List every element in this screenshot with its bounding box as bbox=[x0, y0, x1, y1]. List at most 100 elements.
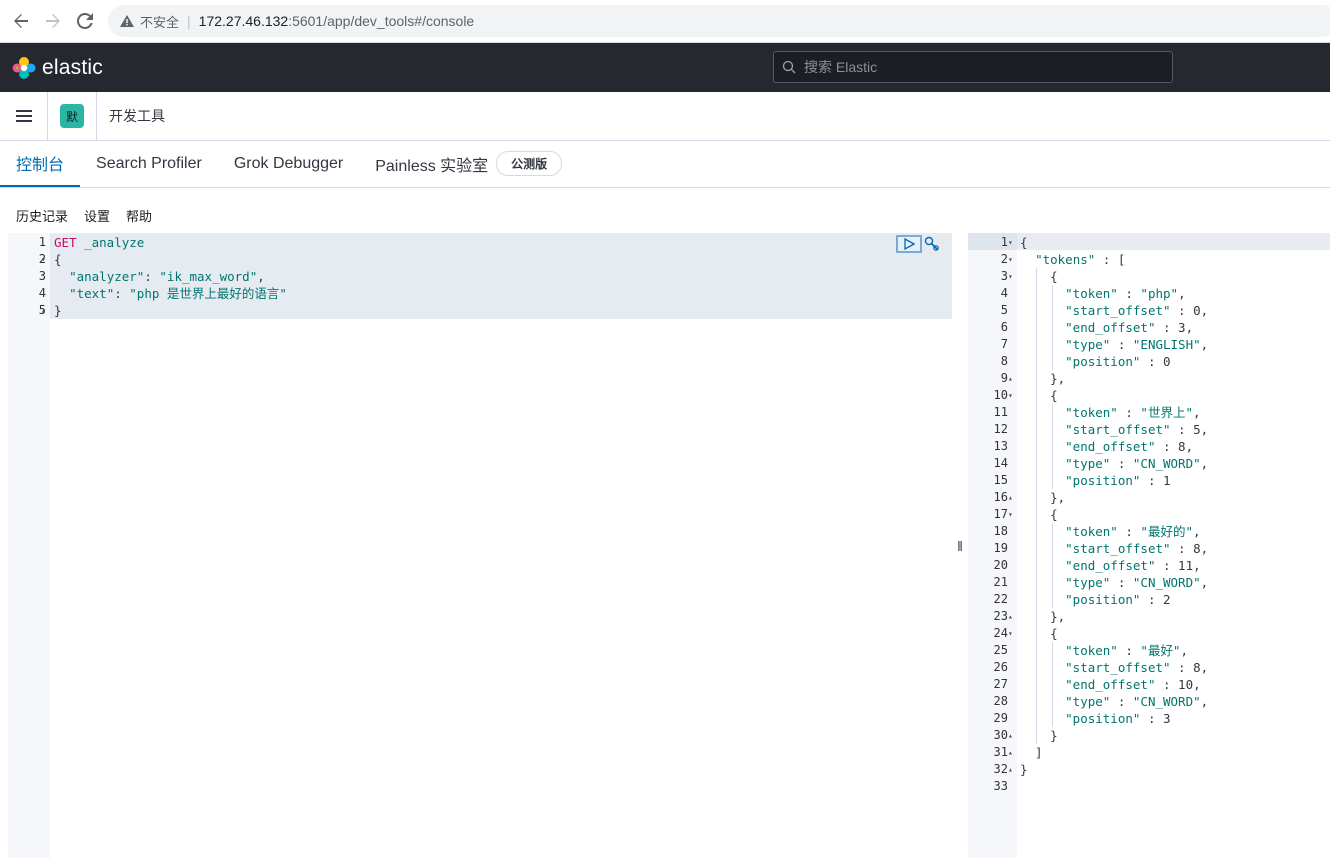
line-number: 1 bbox=[1000, 235, 1008, 249]
menu-toggle-button[interactable] bbox=[0, 91, 48, 141]
history-link[interactable]: 历史记录 bbox=[16, 206, 68, 225]
code-line: } bbox=[1020, 761, 1028, 778]
code-line: ] bbox=[1020, 744, 1043, 761]
punct: [ bbox=[1117, 252, 1126, 267]
code-line: "tokens" : [ bbox=[1020, 251, 1125, 268]
punct: { bbox=[1020, 269, 1058, 284]
send-request-button[interactable] bbox=[896, 235, 922, 253]
colon: : bbox=[1155, 320, 1179, 335]
code-line: "text": "php 是世界上最好的语言" bbox=[54, 285, 287, 302]
json-key: "position" bbox=[1065, 473, 1141, 488]
tab-console[interactable]: 控制台 bbox=[0, 140, 81, 187]
security-label[interactable]: 不安全 bbox=[140, 12, 179, 31]
punct: , bbox=[1200, 422, 1209, 437]
code-line: }, bbox=[1020, 489, 1065, 506]
colon: : bbox=[1110, 575, 1133, 590]
colon: : bbox=[1140, 592, 1163, 607]
colon: : bbox=[1140, 711, 1163, 726]
reload-icon[interactable] bbox=[74, 10, 96, 32]
line-number: 2 bbox=[1000, 252, 1008, 266]
code-line: "start_offset" : 5, bbox=[1020, 421, 1208, 438]
line-number: 24 bbox=[993, 626, 1008, 640]
json-string: "世界上" bbox=[1140, 405, 1193, 420]
line-number: 3 bbox=[1000, 269, 1008, 283]
http-method: GET bbox=[54, 235, 77, 250]
code-line: "start_offset" : 8, bbox=[1020, 540, 1208, 557]
line-number: 18 bbox=[993, 524, 1008, 538]
punct bbox=[1020, 473, 1065, 488]
code-line: } bbox=[1020, 727, 1058, 744]
tab-grok-debugger[interactable]: Grok Debugger bbox=[218, 140, 359, 187]
punct: { bbox=[1020, 626, 1058, 641]
punct: , bbox=[1200, 694, 1209, 709]
forward-arrow-icon[interactable] bbox=[42, 10, 64, 32]
punct bbox=[1020, 337, 1065, 352]
tab-search-profiler[interactable]: Search Profiler bbox=[80, 140, 218, 187]
punct: , bbox=[1200, 456, 1209, 471]
fold-open-icon: ▾ bbox=[1008, 272, 1013, 281]
tab-painless-lab[interactable]: Painless 实验室 公测版 bbox=[359, 140, 578, 187]
colon: : bbox=[1155, 677, 1179, 692]
code-line: "token" : "php", bbox=[1020, 285, 1185, 302]
fold-close-icon: ▴ bbox=[1008, 731, 1013, 740]
code-line: { bbox=[1020, 234, 1028, 251]
line-number: 5 bbox=[1000, 303, 1008, 317]
help-link[interactable]: 帮助 bbox=[126, 206, 152, 225]
json-key: "position" bbox=[1065, 711, 1141, 726]
line-number: 23 bbox=[993, 609, 1008, 623]
punct bbox=[1020, 320, 1065, 335]
line-number: 9 bbox=[1000, 371, 1008, 385]
colon: : bbox=[1155, 439, 1179, 454]
json-number: 8 bbox=[1178, 439, 1186, 454]
code-line: "end_offset" : 11, bbox=[1020, 557, 1200, 574]
pane-resizer[interactable]: ‖ bbox=[952, 233, 968, 858]
space-avatar[interactable]: 默 bbox=[60, 104, 84, 128]
punct: } bbox=[1020, 728, 1058, 743]
punct: } bbox=[1020, 762, 1028, 777]
play-icon bbox=[904, 238, 915, 250]
punct bbox=[1020, 405, 1065, 420]
global-search[interactable] bbox=[773, 51, 1173, 83]
json-value: "php 是世界上最好的语言" bbox=[129, 286, 287, 301]
elastic-logo[interactable]: elastic bbox=[12, 56, 103, 80]
fold-close-icon: ▴ bbox=[1008, 374, 1013, 383]
line-number: 33 bbox=[993, 779, 1008, 793]
punct: }, bbox=[1020, 371, 1066, 386]
json-key: "type" bbox=[1065, 456, 1111, 471]
json-key: "end_offset" bbox=[1065, 558, 1156, 573]
request-actions-button[interactable] bbox=[922, 235, 942, 253]
back-arrow-icon[interactable] bbox=[10, 10, 32, 32]
punct bbox=[1020, 303, 1065, 318]
request-gutter bbox=[8, 233, 50, 858]
indent-guide bbox=[1052, 642, 1053, 727]
code-line: "start_offset" : 8, bbox=[1020, 659, 1208, 676]
line-number: 1 bbox=[38, 235, 46, 249]
line-number: 19 bbox=[993, 541, 1008, 555]
request-editor[interactable]: 1 GET _analyze 2 ▾{3 "analyzer": "ik_max_wo… bbox=[8, 233, 952, 858]
fold-open-icon: ▾ bbox=[1008, 629, 1013, 638]
punct bbox=[1020, 575, 1065, 590]
address-bar[interactable]: 不安全 | 172.27.46.132:5601/app/dev_tools#/… bbox=[108, 5, 1330, 37]
colon: : bbox=[1140, 473, 1163, 488]
settings-link[interactable]: 设置 bbox=[84, 206, 110, 225]
fold-close-icon: ▴ bbox=[1008, 493, 1013, 502]
line-number: 6 bbox=[1000, 320, 1008, 334]
line-number: 13 bbox=[993, 439, 1008, 453]
colon: : bbox=[1117, 405, 1141, 420]
fold-close-icon: ▴ bbox=[1008, 612, 1013, 621]
code-line: } bbox=[54, 302, 62, 319]
punct: { bbox=[1020, 507, 1058, 522]
colon: : bbox=[114, 286, 130, 301]
json-string: "CN_WORD" bbox=[1132, 575, 1201, 590]
search-input[interactable] bbox=[804, 59, 1164, 75]
code-line: { bbox=[1020, 506, 1058, 523]
colon: : bbox=[1117, 286, 1141, 301]
code-line: "type" : "CN_WORD", bbox=[1020, 693, 1208, 710]
fold-close-icon: ▴ bbox=[1008, 748, 1013, 757]
punct bbox=[1020, 286, 1065, 301]
line-number: 14 bbox=[993, 456, 1008, 470]
code-line: "analyzer": "ik_max_word", bbox=[54, 268, 265, 285]
